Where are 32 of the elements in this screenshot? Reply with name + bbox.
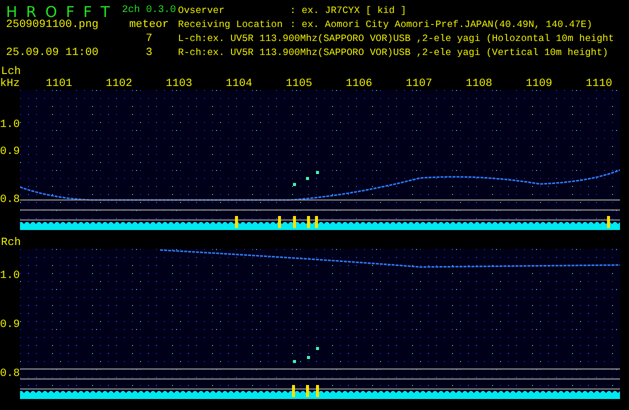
info-value: : ex. JR7CYX [ kid ] — [290, 4, 406, 18]
minute-label: 1108 — [464, 78, 494, 90]
meteor-count: 3 — [144, 46, 154, 60]
y-axis-label: 0.9 — [0, 320, 20, 331]
minute-label: 1107 — [404, 78, 434, 90]
minute-label: 1102 — [104, 78, 134, 90]
minute-label: 1101 — [44, 78, 74, 90]
minute-label: 1110 — [584, 78, 614, 90]
minute-label: 1104 — [224, 78, 254, 90]
minute-label: 1103 — [164, 78, 194, 90]
channel-label: Rch — [1, 237, 21, 249]
app-title: H R O F F T — [6, 4, 111, 18]
channel-label: Lch — [1, 66, 21, 78]
meteor-count: 7 — [144, 32, 154, 46]
timestamp: 25.09.09 11:00 — [6, 46, 100, 60]
minute-label: 1109 — [524, 78, 554, 90]
unit-label: kHz — [0, 78, 21, 90]
info-label: Receiving Location — [178, 18, 284, 32]
minute-label: 1105 — [284, 78, 314, 90]
info-text: R-ch:ex. UV5R 113.900Mhz(SAPPORO VOR)USB ,2-ele yagi (Vertical 10m height) — [178, 46, 608, 60]
info-value: : ex. Aomori City Aomori-Pref.JAPAN(40.49N, 140.47E) — [290, 18, 592, 32]
info-label: Ovserver — [178, 4, 226, 18]
app-version: 2ch 0.3.0 — [122, 4, 176, 18]
y-axis-label: 1.0 — [0, 271, 20, 282]
meteor-label: meteor — [128, 18, 170, 32]
y-axis-label: 1.0 — [0, 120, 20, 131]
y-axis-label: 0.9 — [0, 147, 20, 158]
info-text: L-ch:ex. UV5R 113.900Mhz(SAPPORO VOR)USB ,2-ele yagi (Holozontal 10m height — [178, 32, 614, 46]
minute-label: 1106 — [344, 78, 374, 90]
y-axis-label: 0.8 — [0, 369, 20, 380]
y-axis-label: 0.8 — [0, 195, 20, 206]
file-name: 2509091100.png — [6, 18, 100, 32]
